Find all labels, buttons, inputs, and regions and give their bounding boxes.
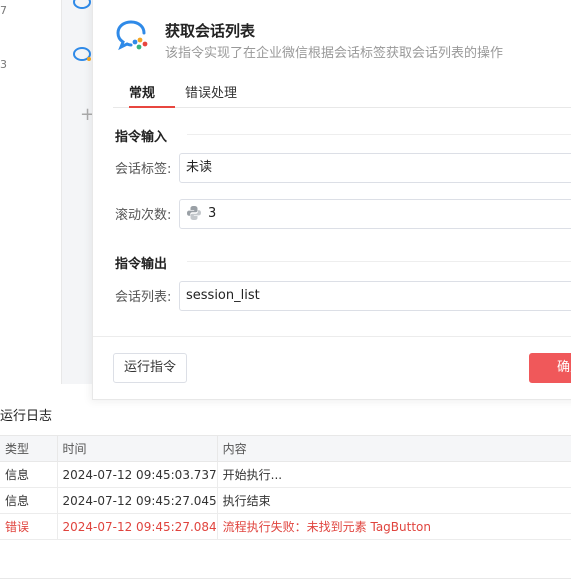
log-time: 2024-07-12 09:45:27.045 (57, 487, 218, 514)
table-row[interactable]: 信息 2024-07-12 09:45:27.045 执行结束 (0, 487, 571, 514)
column-header-time: 时间 (57, 435, 218, 462)
wecom-icon (116, 20, 148, 51)
session-list-label: 会话列表: (115, 290, 172, 305)
session-list-value: session_list (186, 288, 260, 303)
tab-error-handling[interactable]: 错误处理 (185, 82, 237, 101)
section-divider (187, 134, 571, 135)
log-type: 信息 (0, 461, 58, 488)
scroll-count-label: 滚动次数: (115, 208, 172, 223)
input-section-title: 指令输入 (115, 130, 168, 145)
app-window: 7 3 + 获取会话列表 该指令实现了在企业微信根据会话标签获取会话列表的操作 … (0, 0, 571, 586)
column-header-content: 内容 (217, 435, 571, 462)
session-list-input[interactable]: session_list (179, 281, 571, 311)
section-divider (187, 261, 571, 262)
log-content: 开始执行... (217, 461, 571, 488)
table-row[interactable]: 信息 2024-07-12 09:45:03.737 开始执行... (0, 461, 571, 488)
bottom-divider (0, 578, 571, 579)
output-section-title: 指令输出 (115, 257, 168, 272)
log-time: 2024-07-12 09:45:27.084 (57, 513, 218, 540)
log-table: 类型 时间 内容 信息 2024-07-12 09:45:03.737 开始执行… (0, 435, 571, 540)
background-sidebar: 7 3 (0, 0, 62, 384)
dialog-title: 获取会话列表 (165, 22, 256, 40)
background-command-list: + (62, 0, 95, 384)
scroll-count-input[interactable]: 3 (179, 199, 571, 229)
column-header-type: 类型 (0, 435, 58, 462)
chat-bubble-icon[interactable] (72, 46, 94, 64)
log-header-row: 类型 时间 内容 (0, 435, 571, 462)
sidebar-stub-text: 3 (0, 58, 7, 71)
log-content: 执行结束 (217, 487, 571, 514)
scroll-count-value: 3 (208, 206, 217, 221)
tab-general[interactable]: 常规 (129, 82, 155, 101)
session-tag-input[interactable]: 未读 (179, 153, 571, 183)
python-icon (187, 205, 201, 220)
sidebar-stub-text: 7 (0, 4, 7, 17)
log-time: 2024-07-12 09:45:03.737 (57, 461, 218, 488)
log-panel-title: 运行日志 (0, 409, 53, 424)
footer-divider (93, 336, 571, 337)
log-content: 流程执行失败：未找到元素 TagButton (217, 513, 571, 540)
session-tag-value: 未读 (186, 160, 213, 175)
confirm-button[interactable]: 确定 (529, 353, 571, 383)
session-tag-label: 会话标签: (115, 162, 172, 177)
tab-bar: 常规 错误处理 (113, 80, 571, 108)
run-command-button[interactable]: 运行指令 (113, 353, 187, 383)
log-type: 错误 (0, 513, 58, 540)
dialog-description: 该指令实现了在企业微信根据会话标签获取会话列表的操作 (165, 46, 504, 61)
chat-bubble-icon[interactable] (72, 0, 94, 12)
log-type: 信息 (0, 487, 58, 514)
command-dialog: 获取会话列表 该指令实现了在企业微信根据会话标签获取会话列表的操作 常规 错误处… (92, 0, 571, 400)
table-row[interactable]: 错误 2024-07-12 09:45:27.084 流程执行失败：未找到元素 … (0, 513, 571, 540)
active-tab-indicator (129, 106, 175, 108)
